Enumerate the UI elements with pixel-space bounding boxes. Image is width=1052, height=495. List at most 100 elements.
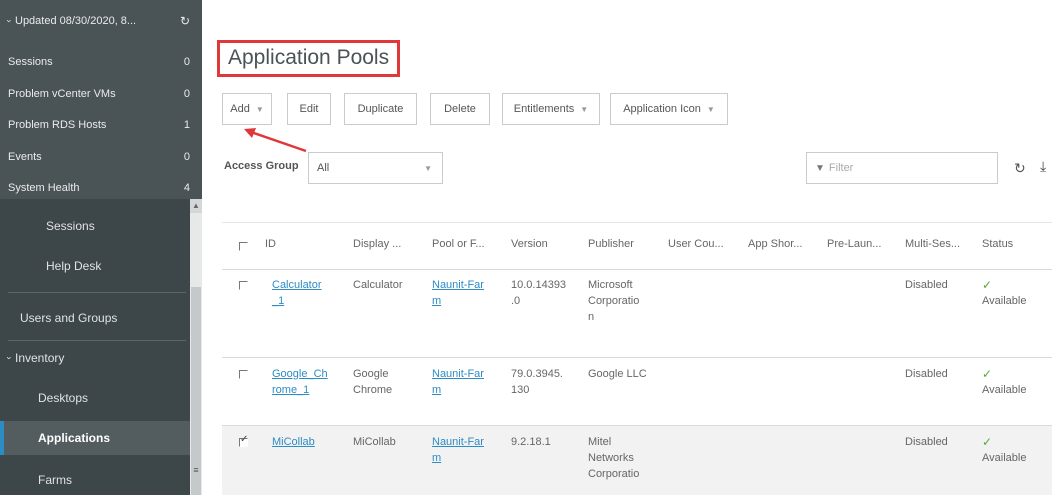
table-row[interactable]: Google_Ch rome_1 Google Chrome Naunit-Fa…	[222, 358, 1052, 426]
stat-label: Sessions	[8, 55, 53, 68]
scroll-up-arrow-icon[interactable]: ▲	[190, 199, 202, 213]
sidebar-item-farms[interactable]: Farms	[0, 465, 190, 495]
column-header[interactable]: Pre-Laun...	[827, 238, 881, 250]
sidebar-item-label: Applications	[38, 431, 111, 445]
pool-farm-link[interactable]: Naunit-Far m	[432, 366, 484, 398]
version-cell: 79.0.3945. 130	[511, 366, 563, 398]
app-id-link[interactable]: Google_Ch rome_1	[272, 366, 328, 398]
select-all-checkbox[interactable]	[239, 242, 248, 251]
table-row[interactable]: Calculator _1 Calculator Naunit-Far m 10…	[222, 269, 1052, 358]
sidebar-item-label: Farms	[38, 473, 72, 487]
check-icon: ✓	[982, 435, 993, 449]
column-header[interactable]: ID	[265, 238, 276, 250]
multi-session-cell: Disabled	[905, 279, 948, 291]
stat-events[interactable]: Events 0	[0, 141, 202, 172]
version-cell: 9.2.18.1	[511, 434, 551, 450]
application-icon-button[interactable]: Application Icon ▼	[610, 93, 728, 125]
cell-line: m	[432, 452, 442, 464]
stat-problem-vcenter-vms[interactable]: Problem vCenter VMs 0	[0, 78, 202, 109]
chevron-down-icon: ›	[4, 19, 15, 22]
delete-button[interactable]: Delete	[430, 93, 490, 125]
refresh-icon[interactable]: ↻	[1014, 160, 1026, 177]
access-group-value: All	[317, 162, 330, 174]
filter-input[interactable]: ▼ Filter	[806, 152, 998, 184]
updated-header[interactable]: › Updated 08/30/2020, 8... ↻	[0, 5, 202, 36]
sidebar-item-inventory[interactable]: › Inventory	[0, 343, 190, 373]
row-checkbox[interactable]	[239, 370, 248, 379]
stat-problem-rds-hosts[interactable]: Problem RDS Hosts 1	[0, 109, 202, 140]
sidebar-item-sessions[interactable]: Sessions	[0, 211, 190, 241]
status-text: Available	[982, 452, 1027, 464]
cell-line: rome_1	[272, 384, 310, 396]
pool-farm-link[interactable]: Naunit-Far m	[432, 434, 484, 466]
row-checkbox[interactable]	[239, 434, 248, 447]
column-header[interactable]: Pool or F...	[432, 238, 485, 250]
sidebar-item-label: Desktops	[38, 391, 89, 405]
sidebar-item-users-and-groups[interactable]: Users and Groups	[0, 303, 190, 333]
refresh-icon[interactable]: ↻	[180, 14, 190, 28]
version-cell: 10.0.14393 .0	[511, 277, 566, 309]
status-text: Available	[982, 295, 1027, 307]
filter-placeholder: Filter	[828, 162, 854, 174]
scroll-thumb[interactable]	[191, 287, 201, 495]
table-header: ID Display ... Pool or F... Version Publ…	[222, 222, 1052, 270]
stat-label: Problem vCenter VMs	[8, 87, 116, 100]
add-button[interactable]: Add ▼	[222, 93, 272, 125]
cell-line: .0	[511, 295, 521, 307]
row-checkbox[interactable]	[239, 281, 248, 290]
dashboard-summary: › Updated 08/30/2020, 8... ↻ Sessions 0 …	[0, 0, 202, 199]
sidebar-item-help-desk[interactable]: Help Desk	[0, 251, 190, 281]
cell-line: Corporatio	[588, 468, 640, 480]
app-id-link[interactable]: Calculator _1	[272, 277, 322, 309]
publisher-cell: Google LLC	[588, 366, 647, 382]
cell-line: Google_Ch	[272, 368, 328, 380]
sidebar-item-desktops[interactable]: Desktops	[0, 383, 190, 413]
status-cell: ✓ Available	[982, 434, 1026, 466]
cell-line: 9.2.18.1	[511, 436, 551, 448]
publisher-cell: Mitel Networks Corporatio	[588, 434, 639, 482]
access-group-select[interactable]: All ▼	[308, 152, 443, 184]
column-header[interactable]: Version	[511, 238, 548, 250]
column-header[interactable]: Display ...	[353, 238, 401, 250]
publisher-cell: Microsoft Corporatio n	[588, 277, 639, 325]
status-cell: ✓ Available	[982, 277, 1026, 309]
cell-line: Google LLC	[588, 368, 647, 380]
stat-sessions[interactable]: Sessions 0	[0, 46, 202, 77]
display-name-cell: Calculator	[353, 277, 403, 293]
sidebar-divider	[8, 292, 186, 293]
sidebar-item-label: Inventory	[15, 351, 65, 365]
stat-count: 4	[183, 181, 190, 194]
cell-line: Corporatio	[588, 295, 640, 307]
duplicate-button[interactable]: Duplicate	[344, 93, 417, 125]
app-id-link[interactable]: MiCollab	[272, 434, 315, 450]
sidebar-item-label: Users and Groups	[20, 311, 118, 325]
entitlements-button[interactable]: Entitlements ▼	[502, 93, 600, 125]
main-panel: Application Pools Add ▼ Edit Duplicate D…	[202, 0, 1052, 495]
display-name-cell: Google Chrome	[353, 366, 392, 398]
sidebar-scrollbar[interactable]: ▲ ≡	[190, 199, 202, 495]
cell-line: Calculator	[272, 279, 322, 291]
filter-icon: ▼	[815, 162, 825, 174]
edit-button[interactable]: Edit	[287, 93, 331, 125]
edit-label: Edit	[299, 103, 319, 115]
annotation-arrow-icon	[244, 128, 307, 153]
column-header[interactable]: Multi-Ses...	[905, 238, 960, 250]
cell-line: MiCollab	[272, 436, 315, 448]
chevron-down-icon: ▼	[706, 104, 715, 114]
column-header[interactable]: Status	[982, 238, 1013, 250]
cell-line: 79.0.3945.	[511, 368, 563, 380]
pool-farm-link[interactable]: Naunit-Far m	[432, 277, 484, 309]
access-group-label: Access Group	[224, 160, 299, 172]
column-header[interactable]: User Cou...	[668, 238, 724, 250]
application-icon-label: Application Icon	[623, 103, 701, 115]
stat-label: Events	[8, 150, 42, 163]
cell-line: Networks	[588, 452, 634, 464]
sidebar-item-applications[interactable]: Applications	[0, 421, 190, 455]
column-header[interactable]: App Shor...	[748, 238, 802, 250]
export-icon[interactable]: ⤓	[1040, 158, 1052, 175]
sidebar-divider	[8, 340, 186, 341]
column-header[interactable]: Publisher	[588, 238, 634, 250]
stat-count: 0	[183, 150, 190, 163]
display-name-cell: MiCollab	[353, 434, 396, 450]
table-row[interactable]: MiCollab MiCollab Naunit-Far m 9.2.18.1 …	[222, 426, 1052, 495]
